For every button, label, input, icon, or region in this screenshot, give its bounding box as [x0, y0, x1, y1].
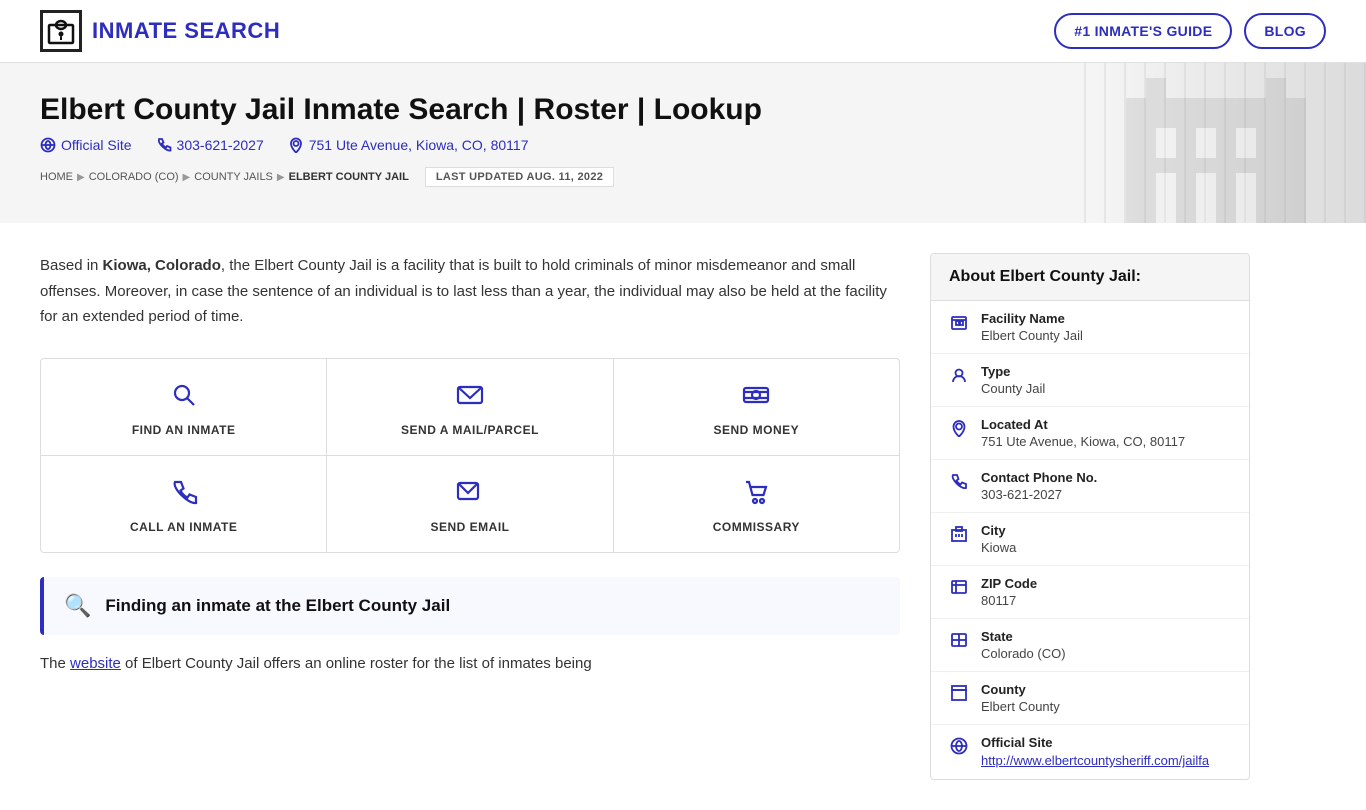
action-cell-find-inmate[interactable]: FIND AN INMATE: [41, 359, 327, 455]
hero-section: Elbert County Jail Inmate Search | Roste…: [0, 63, 1366, 223]
main-layout: Based in Kiowa, Colorado, the Elbert Cou…: [0, 223, 1366, 810]
sidebar-row-type: Type County Jail: [931, 354, 1249, 407]
action-cell-send-mail[interactable]: SEND A MAIL/PARCEL: [327, 359, 613, 455]
sidebar-icon-county: [949, 684, 969, 707]
blog-button[interactable]: BLOG: [1244, 13, 1326, 49]
sidebar-label-zip: ZIP Code: [981, 576, 1037, 591]
sidebar-value-county: Elbert County: [981, 699, 1060, 714]
header-nav: #1 INMATE'S GUIDE BLOG: [1054, 13, 1326, 49]
official-site-link[interactable]: Official Site: [40, 137, 132, 153]
sidebar-label-official: Official Site: [981, 735, 1209, 750]
sidebar-row-zip: ZIP Code 80117: [931, 566, 1249, 619]
send-email-icon: [456, 478, 484, 510]
description-text: Based in Kiowa, Colorado, the Elbert Cou…: [40, 253, 900, 330]
guide-button[interactable]: #1 INMATE'S GUIDE: [1054, 13, 1232, 49]
sidebar-icon-phone: [949, 472, 969, 495]
sidebar-rows: Facility Name Elbert County Jail Type Co…: [931, 301, 1249, 779]
sidebar-row-phone: Contact Phone No. 303-621-2027: [931, 460, 1249, 513]
action-cell-commissary[interactable]: COMMISSARY: [614, 456, 899, 552]
finding-search-icon: 🔍: [64, 593, 91, 619]
sidebar: About Elbert County Jail: Facility Name …: [930, 253, 1250, 780]
call-inmate-icon: [170, 478, 198, 510]
sidebar-value-link-official[interactable]: http://www.elbertcountysheriff.com/jailf…: [981, 753, 1209, 768]
sidebar-row-location: Located At 751 Ute Avenue, Kiowa, CO, 80…: [931, 407, 1249, 460]
sidebar-value-phone: 303-621-2027: [981, 487, 1097, 502]
sidebar-label-type: Type: [981, 364, 1045, 379]
sidebar-row-facility: Facility Name Elbert County Jail: [931, 301, 1249, 354]
action-cell-call-inmate[interactable]: CALL AN INMATE: [41, 456, 327, 552]
sidebar-label-phone: Contact Phone No.: [981, 470, 1097, 485]
send-email-label: SEND EMAIL: [430, 520, 509, 534]
phone-link[interactable]: 303-621-2027: [156, 137, 264, 153]
logo-icon: [40, 10, 82, 52]
header: INMATE SEARCH #1 INMATE'S GUIDE BLOG: [0, 0, 1366, 63]
find-inmate-icon: [170, 381, 198, 413]
main-content: Based in Kiowa, Colorado, the Elbert Cou…: [40, 253, 900, 780]
sidebar-value-state: Colorado (CO): [981, 646, 1066, 661]
page-title: Elbert County Jail Inmate Search | Roste…: [40, 93, 860, 127]
sidebar-label-county: County: [981, 682, 1060, 697]
website-link[interactable]: website: [70, 655, 121, 672]
sidebar-card: About Elbert County Jail: Facility Name …: [930, 253, 1250, 780]
action-grid: FIND AN INMATE SEND A MAIL/PARCEL SEND M…: [40, 358, 900, 553]
sidebar-icon-official: [949, 737, 969, 760]
last-updated-badge: LAST UPDATED AUG. 11, 2022: [425, 167, 614, 187]
sidebar-icon-zip: [949, 578, 969, 601]
sidebar-value-type: County Jail: [981, 381, 1045, 396]
logo-text: INMATE SEARCH: [92, 18, 280, 44]
sidebar-row-city: City Kiowa: [931, 513, 1249, 566]
logo[interactable]: INMATE SEARCH: [40, 10, 280, 52]
sidebar-card-header: About Elbert County Jail:: [931, 254, 1249, 301]
commissary-label: COMMISSARY: [713, 520, 800, 534]
send-money-icon: [742, 381, 770, 413]
sidebar-label-city: City: [981, 523, 1016, 538]
sidebar-row-official: Official Site http://www.elbertcountyshe…: [931, 725, 1249, 779]
hero-background: [1066, 63, 1366, 223]
call-inmate-label: CALL AN INMATE: [130, 520, 237, 534]
send-mail-label: SEND A MAIL/PARCEL: [401, 423, 539, 437]
sidebar-icon-city: [949, 525, 969, 548]
action-cell-send-email[interactable]: SEND EMAIL: [327, 456, 613, 552]
sidebar-label-facility: Facility Name: [981, 311, 1083, 326]
action-cell-send-money[interactable]: SEND MONEY: [614, 359, 899, 455]
sidebar-value-zip: 80117: [981, 593, 1037, 608]
sidebar-value-city: Kiowa: [981, 540, 1016, 555]
send-mail-icon: [456, 381, 484, 413]
sidebar-row-county: County Elbert County: [931, 672, 1249, 725]
sidebar-icon-state: [949, 631, 969, 654]
sidebar-icon-type: [949, 366, 969, 389]
breadcrumb-county-jails[interactable]: COUNTY JAILS: [194, 171, 273, 183]
commissary-icon: [742, 478, 770, 510]
breadcrumb-home[interactable]: HOME: [40, 171, 73, 183]
sidebar-icon-location: [949, 419, 969, 442]
address-display: 751 Ute Avenue, Kiowa, CO, 80117: [288, 137, 529, 153]
sidebar-label-state: State: [981, 629, 1066, 644]
sidebar-value-facility: Elbert County Jail: [981, 328, 1083, 343]
breadcrumb-current: ELBERT COUNTY JAIL: [289, 171, 409, 183]
sidebar-icon-facility: [949, 313, 969, 336]
finding-title: Finding an inmate at the Elbert County J…: [105, 596, 450, 616]
sidebar-value-location: 751 Ute Avenue, Kiowa, CO, 80117: [981, 434, 1185, 449]
find-inmate-label: FIND AN INMATE: [132, 423, 236, 437]
sidebar-label-location: Located At: [981, 417, 1185, 432]
sidebar-row-state: State Colorado (CO): [931, 619, 1249, 672]
website-paragraph: The website of Elbert County Jail offers…: [40, 651, 900, 677]
breadcrumb-state[interactable]: COLORADO (CO): [89, 171, 179, 183]
send-money-label: SEND MONEY: [713, 423, 799, 437]
finding-section: 🔍 Finding an inmate at the Elbert County…: [40, 577, 900, 635]
